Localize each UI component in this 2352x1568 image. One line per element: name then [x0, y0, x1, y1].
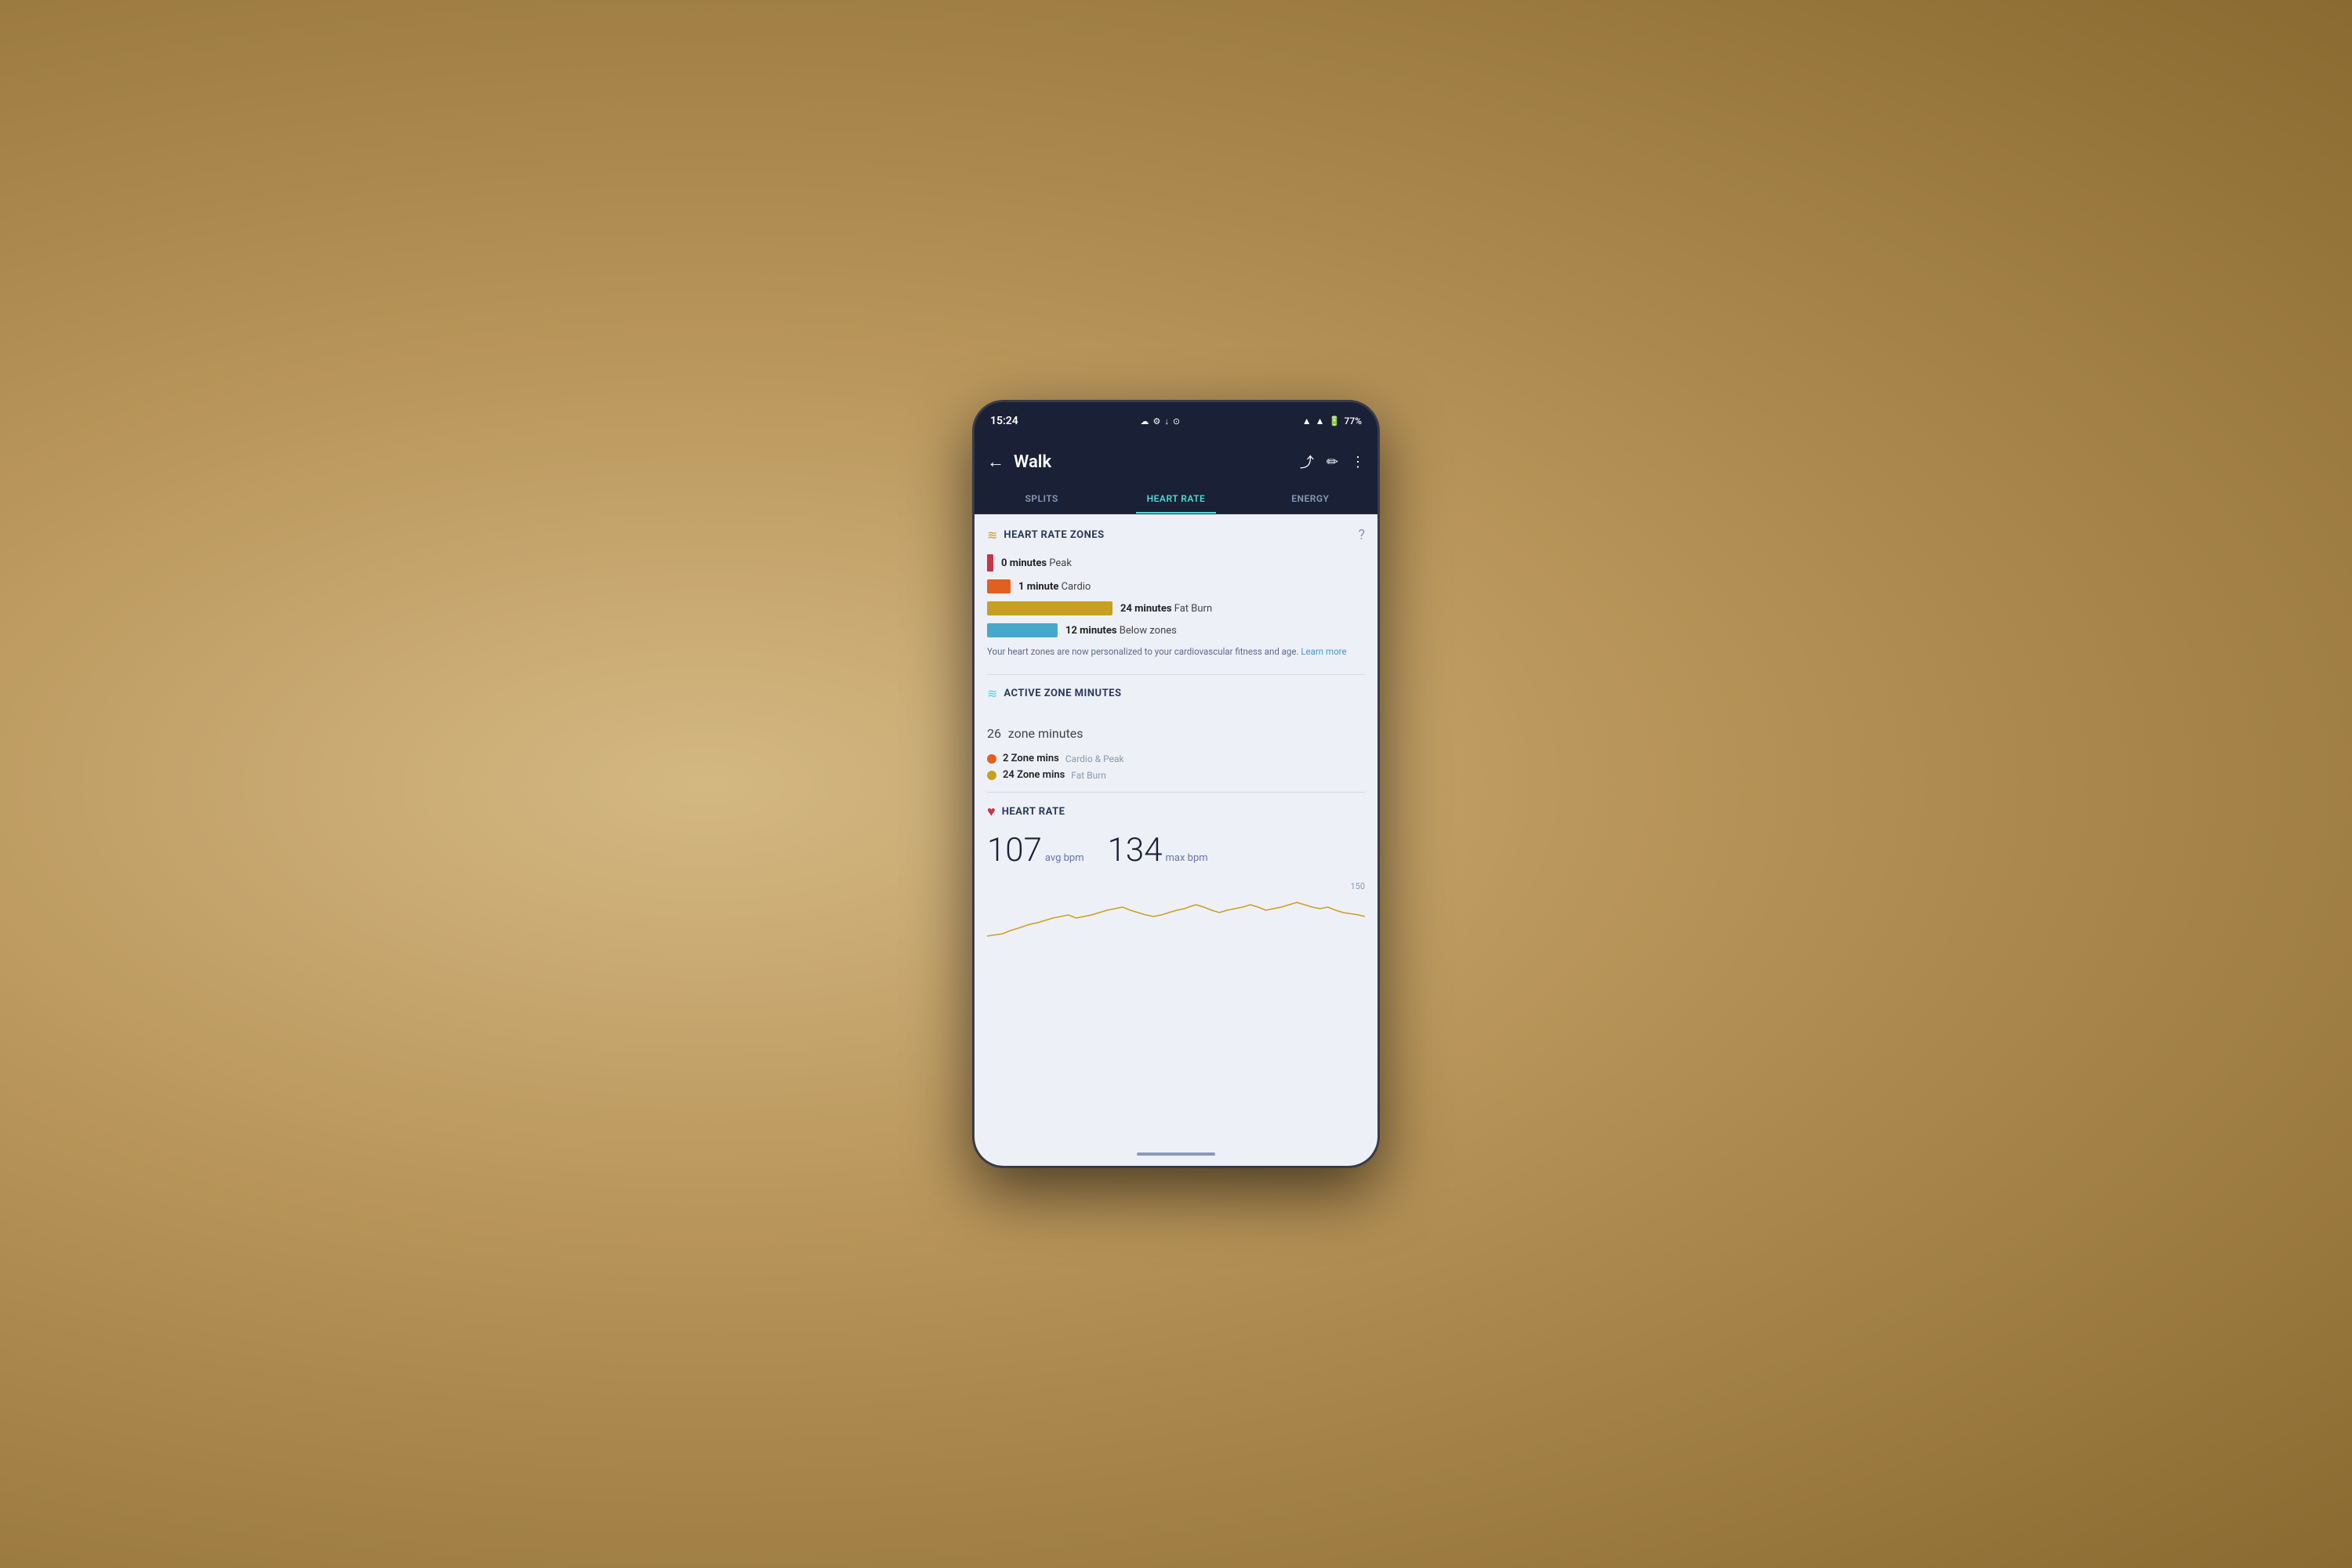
zone-cardio: 1 minute Cardio: [987, 579, 1365, 593]
tab-heart-rate[interactable]: HEART RATE: [1109, 484, 1243, 514]
hr-section-label: HEART RATE: [1002, 806, 1365, 818]
zones-note: Your heart zones are now personalized to…: [987, 645, 1365, 659]
azm-cardio-dot: [987, 754, 996, 764]
zone-cardio-bar: [987, 579, 1011, 593]
azm-title-row: ≋ ACTIVE ZONE MINUTES: [987, 686, 1365, 701]
signal-icon: ▲: [1316, 416, 1325, 426]
home-indicator: [1137, 1152, 1215, 1156]
page-title: Walk: [1014, 452, 1290, 472]
zone-peak: 0 minutes Peak: [987, 554, 1365, 572]
avg-bpm-stat: 107 avg bpm: [987, 831, 1084, 869]
back-button[interactable]: ←: [987, 452, 1004, 472]
avg-bpm-label: avg bpm: [1045, 852, 1084, 864]
avg-bpm-value: 107: [987, 831, 1042, 869]
status-right: ▲ ▲ 🔋 77%: [1302, 416, 1362, 426]
nav-actions: ⤴ ✏ ⋮: [1300, 452, 1365, 472]
tab-energy[interactable]: ENERGY: [1243, 484, 1377, 514]
hr-zones-title-row: ≋ HEART RATE ZONES ?: [987, 527, 1365, 543]
zone-below-bar: [987, 623, 1058, 637]
hr-section: ♥ HEART RATE 107 avg bpm 134 max bpm 150: [987, 804, 1365, 940]
sync-icon: ⚙: [1153, 416, 1161, 426]
divider-1: [987, 674, 1365, 675]
learn-more-link[interactable]: Learn more: [1301, 646, 1346, 657]
status-time: 15:24: [990, 415, 1018, 427]
phone: 15:24 ☁ ⚙ ↓ ⊙ ▲ ▲ 🔋 77% ← Walk ⤴ ✏ ⋮: [972, 400, 1380, 1168]
hr-zones-section: ≋ HEART RATE ZONES ? 0 minutes Peak 1 mi…: [987, 527, 1365, 659]
share-button[interactable]: ⤴: [1300, 452, 1314, 472]
top-nav: ← Walk ⤴ ✏ ⋮: [975, 440, 1377, 484]
zone-peak-text: 0 minutes Peak: [1001, 557, 1072, 569]
azm-total: 26 zone minutes: [987, 712, 1365, 745]
max-bpm-value: 134: [1108, 831, 1163, 869]
bottom-bar: [975, 1142, 1377, 1166]
azm-label: ACTIVE ZONE MINUTES: [1004, 688, 1365, 699]
zone-fatburn: 24 minutes Fat Burn: [987, 601, 1365, 615]
zone-peak-indicator: [987, 554, 993, 572]
battery-percent: 77%: [1345, 416, 1362, 426]
divider-2: [987, 792, 1365, 793]
hr-stats: 107 avg bpm 134 max bpm: [987, 831, 1365, 869]
azm-cardio-peak: 2 Zone mins Cardio & Peak: [987, 753, 1365, 764]
chart-ref-value: 150: [1350, 881, 1365, 891]
zone-fatburn-text: 24 minutes Fat Burn: [1120, 603, 1212, 615]
more-button[interactable]: ⋮: [1351, 454, 1365, 470]
wifi-icon: ▲: [1302, 416, 1312, 426]
edit-button[interactable]: ✏: [1327, 454, 1338, 470]
zone-fatburn-bar: [987, 601, 1112, 615]
battery-icon: 🔋: [1329, 416, 1341, 426]
azm-fatburn-dot: [987, 771, 996, 780]
status-bar: 15:24 ☁ ⚙ ↓ ⊙ ▲ ▲ 🔋 77%: [975, 402, 1377, 440]
hr-zones-icon: ≋: [987, 528, 997, 543]
hr-chart-svg: [987, 877, 1365, 940]
phone-wrapper: 15:24 ☁ ⚙ ↓ ⊙ ▲ ▲ 🔋 77% ← Walk ⤴ ✏ ⋮: [972, 400, 1380, 1168]
zone-below-text: 12 minutes Below zones: [1065, 625, 1177, 637]
hr-chart: 150: [987, 877, 1365, 940]
tabs: SPLITS HEART RATE ENERGY: [975, 484, 1377, 514]
azm-icon: ≋: [987, 686, 997, 701]
cloud-icon: ☁: [1141, 416, 1149, 426]
content-area: ≋ HEART RATE ZONES ? 0 minutes Peak 1 mi…: [975, 514, 1377, 1142]
azm-fatburn: 24 Zone mins Fat Burn: [987, 769, 1365, 781]
zone-cardio-text: 1 minute Cardio: [1018, 581, 1091, 593]
download-icon: ↓: [1164, 416, 1169, 426]
hr-zones-label: HEART RATE ZONES: [1004, 529, 1352, 541]
azm-section: ≋ ACTIVE ZONE MINUTES 26 zone minutes 2 …: [987, 686, 1365, 781]
max-bpm-stat: 134 max bpm: [1108, 831, 1208, 869]
tab-splits[interactable]: SPLITS: [975, 484, 1109, 514]
hr-zones-help-button[interactable]: ?: [1358, 527, 1365, 543]
status-icons: ☁ ⚙ ↓ ⊙: [1141, 416, 1181, 426]
hr-section-title-row: ♥ HEART RATE: [987, 804, 1365, 820]
camera-icon: ⊙: [1173, 416, 1180, 426]
max-bpm-label: max bpm: [1166, 852, 1208, 864]
zone-below: 12 minutes Below zones: [987, 623, 1365, 637]
heart-icon: ♥: [987, 804, 996, 820]
